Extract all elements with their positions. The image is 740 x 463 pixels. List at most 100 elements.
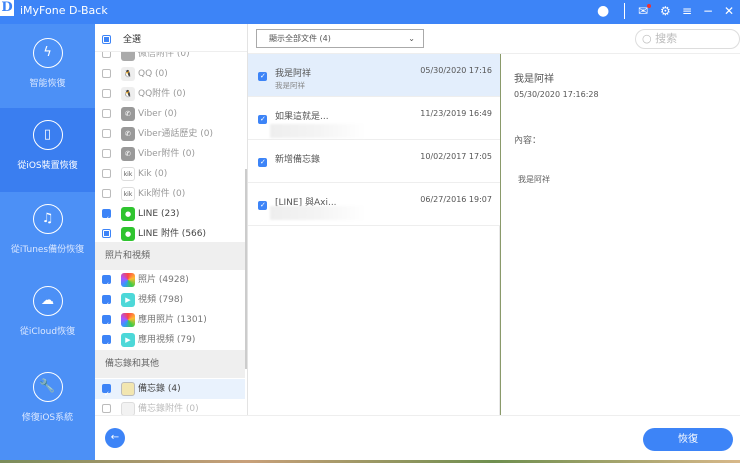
- category-item[interactable]: ▶視頻 (798): [95, 290, 245, 315]
- sidebar-label: 從iCloud恢復: [19, 327, 76, 337]
- minimize-icon[interactable]: −: [703, 3, 713, 19]
- menu-icon[interactable]: ≡: [682, 3, 692, 19]
- category-label: Kik附件 (0): [138, 189, 186, 199]
- select-all-checkbox[interactable]: [102, 35, 111, 44]
- qq-icon: 🐧: [121, 86, 135, 101]
- checkbox[interactable]: [102, 209, 111, 229]
- category-item[interactable]: ▶應用視頻 (79): [95, 330, 245, 355]
- mail-icon[interactable]: ✉: [638, 3, 651, 19]
- filter-dropdown[interactable]: 顯示全部文件 (4) ⌄: [256, 29, 424, 48]
- search-icon: ○: [642, 32, 652, 45]
- checkbox[interactable]: [102, 315, 111, 335]
- checkbox[interactable]: [102, 384, 111, 404]
- category-label: 視頻 (798): [138, 295, 184, 305]
- checkbox[interactable]: [102, 89, 111, 98]
- gear-icon[interactable]: ⚙: [660, 3, 671, 19]
- category-item[interactable]: 🐧 QQ (0): [95, 64, 245, 84]
- select-all-label: 全選: [123, 35, 142, 45]
- checkbox[interactable]: [258, 115, 267, 124]
- video-icon: ▶: [121, 292, 135, 307]
- qq-icon: 🐧: [121, 66, 135, 81]
- sidebar-label: 從iTunes備份恢復: [10, 245, 85, 255]
- category-label: 應用視頻 (79): [138, 335, 196, 345]
- note-date: 11/23/2019 16:49: [420, 109, 492, 118]
- viber-icon: ✆: [121, 146, 135, 161]
- note-row[interactable]: 我是阿祥我是阿祥05/30/2020 17:16: [248, 54, 500, 97]
- note-title: 我是阿祥: [275, 69, 312, 79]
- note-date: 10/02/2017 17:05: [420, 152, 492, 161]
- checkbox[interactable]: [102, 69, 111, 78]
- category-label: 照片 (4928): [138, 275, 189, 285]
- category-item[interactable]: ✆ Viber附件 (0): [95, 144, 245, 164]
- video-icon: ▶: [121, 332, 135, 347]
- category-label: 備忘錄 (4): [138, 384, 181, 394]
- category-panel: 全選 微信附件 (0) 🐧 QQ (0) 🐧 QQ附件 (0) ✆ Viber (0)…: [95, 24, 248, 415]
- section-header: 照片和視頻: [95, 242, 245, 270]
- arrow-left-icon: ←: [110, 432, 120, 443]
- checkbox[interactable]: [102, 229, 111, 238]
- category-item[interactable]: ●LINE (23): [95, 204, 245, 229]
- sidebar-label: 從iOS裝置恢復: [17, 161, 78, 171]
- sidebar-item-itunes[interactable]: ♫ 從iTunes備份恢復: [0, 204, 95, 255]
- sidebar-item-repair[interactable]: 🔧 修復iOS系統: [0, 372, 95, 423]
- cloud-icon: ☁: [32, 286, 63, 316]
- sidebar-item-smart-recovery[interactable]: ϟ 智能恢復: [0, 38, 95, 89]
- checkbox[interactable]: [102, 129, 111, 138]
- checkbox[interactable]: [102, 404, 111, 413]
- category-label: QQ附件 (0): [138, 89, 186, 99]
- note-title: 如果這就是...: [275, 112, 329, 122]
- detail-content-label: 內容：: [514, 136, 542, 146]
- checkbox[interactable]: [102, 169, 111, 178]
- restore-button[interactable]: 恢復: [643, 428, 733, 451]
- scrollbar[interactable]: [245, 169, 247, 369]
- checkbox[interactable]: [102, 275, 111, 295]
- note-row[interactable]: 如果這就是... 11/23/2019 16:49: [248, 97, 500, 140]
- app-title: iMyFone D-Back: [20, 4, 108, 17]
- checkbox[interactable]: [102, 149, 111, 158]
- search-input[interactable]: ○ 搜索: [635, 29, 740, 49]
- category-label: QQ (0): [138, 69, 168, 79]
- category-item[interactable]: 應用照片 (1301): [95, 310, 245, 335]
- back-button[interactable]: ←: [105, 428, 125, 448]
- checkbox[interactable]: [258, 72, 267, 81]
- music-icon: ♫: [32, 204, 63, 234]
- category-item[interactable]: 備忘錄附件 (0): [95, 399, 245, 415]
- sidebar-item-ios-device[interactable]: ▯ 從iOS裝置恢復: [0, 108, 95, 192]
- note-row[interactable]: 新增備忘錄 10/02/2017 17:05: [248, 140, 500, 183]
- checkbox[interactable]: [102, 335, 111, 355]
- checkbox[interactable]: [102, 189, 111, 198]
- bottom-bar: ← 恢復: [95, 415, 740, 460]
- category-item[interactable]: kik Kik附件 (0): [95, 184, 245, 204]
- category-item[interactable]: 備忘錄 (4): [95, 379, 245, 404]
- viber-icon: ✆: [121, 106, 135, 121]
- category-item[interactable]: 🐧 QQ附件 (0): [95, 84, 245, 104]
- category-item[interactable]: ✆ Viber (0): [95, 104, 245, 124]
- note-detail: 我是阿祥 05/30/2020 17:16:28 內容： 我是阿祥: [501, 54, 740, 415]
- category-item[interactable]: ● LINE 附件 (566): [95, 224, 245, 244]
- notes-icon: [121, 401, 135, 415]
- toolbar: 顯示全部文件 (4) ⌄ ○ 搜索: [248, 24, 740, 54]
- checkbox[interactable]: [258, 158, 267, 167]
- note-date: 05/30/2020 17:16: [420, 66, 492, 75]
- category-item[interactable]: 照片 (4928): [95, 270, 245, 295]
- category-label: Kik (0): [138, 169, 168, 179]
- user-icon[interactable]: ●: [597, 3, 609, 19]
- checkbox[interactable]: [258, 201, 267, 210]
- category-item[interactable]: kik Kik (0): [95, 164, 245, 184]
- note-row[interactable]: [LINE] 與Axi...06/27/2016 19:07: [248, 183, 500, 226]
- app-logo: D: [0, 0, 14, 16]
- checkbox[interactable]: [102, 295, 111, 315]
- divider: [624, 3, 625, 19]
- note-subtitle: 我是阿祥: [275, 81, 305, 90]
- chevron-down-icon: ⌄: [408, 34, 415, 43]
- close-icon[interactable]: ✕: [724, 3, 734, 19]
- line-icon: ●: [121, 206, 135, 221]
- select-all-row[interactable]: 全選: [95, 28, 247, 52]
- notes-icon: [121, 381, 135, 396]
- wrench-icon: 🔧: [32, 372, 63, 402]
- category-item[interactable]: ✆ Viber通話歷史 (0): [95, 124, 245, 144]
- checkbox[interactable]: [102, 109, 111, 118]
- blurred-preview: [270, 206, 366, 220]
- sidebar-item-icloud[interactable]: ☁ 從iCloud恢復: [0, 286, 95, 337]
- detail-timestamp: 05/30/2020 17:16:28: [514, 90, 599, 99]
